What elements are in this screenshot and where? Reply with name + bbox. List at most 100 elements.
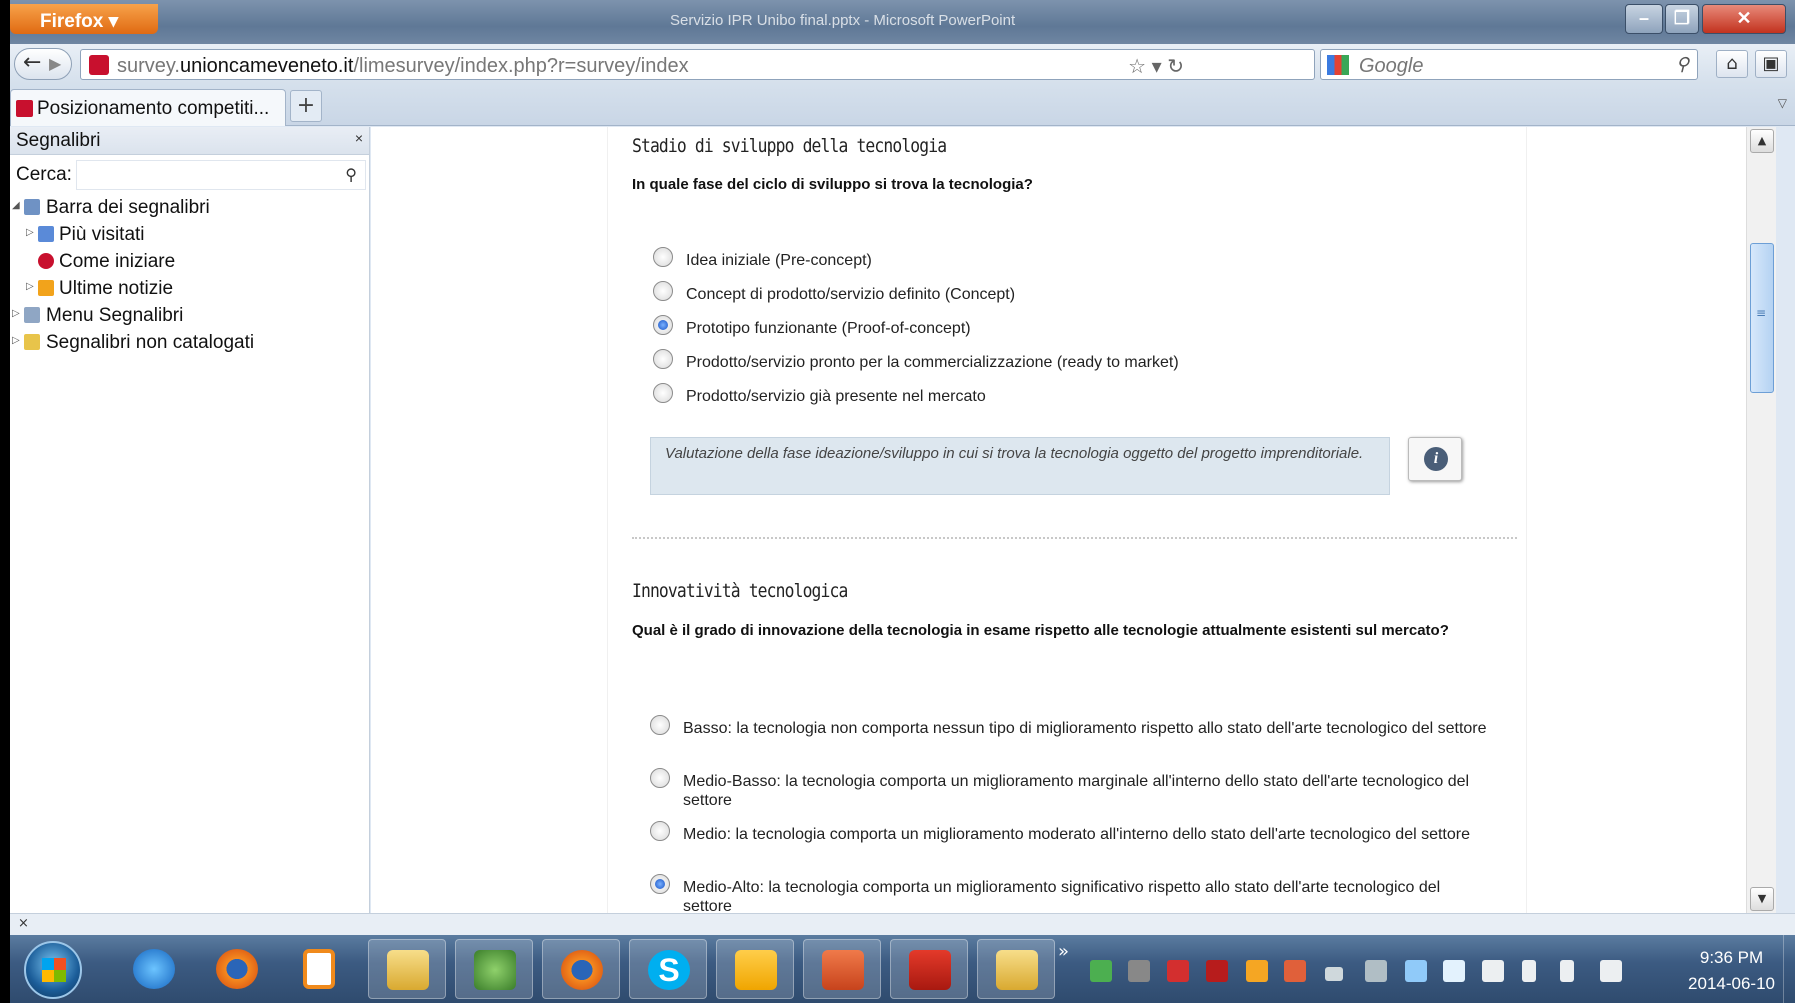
radio-button-selected[interactable] — [650, 874, 670, 894]
show-desktop-button[interactable] — [1783, 935, 1795, 1003]
bluetooth-icon[interactable] — [1560, 960, 1574, 982]
scroll-down-button[interactable]: ▼ — [1750, 887, 1774, 911]
tray-update-icon[interactable] — [1284, 960, 1306, 982]
option-label[interactable]: Medio-Alto: la tecnologia comporta un mi… — [683, 878, 1493, 913]
monitor-icon[interactable] — [1365, 960, 1387, 982]
option-label[interactable]: Prodotto/servizio già presente nel merca… — [686, 387, 1496, 406]
vertical-scrollbar[interactable]: ▲ ≡ ▼ — [1746, 127, 1776, 913]
power-icon[interactable] — [1600, 960, 1622, 982]
option-label[interactable]: Idea iniziale (Pre-concept) — [686, 251, 1496, 270]
window-title: Servizio IPR Unibo final.pptx - Microsof… — [670, 12, 1016, 29]
tab-survey[interactable]: Posizionamento competiti... — [10, 89, 286, 126]
tree-item-bookmarks-menu[interactable]: ▷ Menu Segnalibri — [10, 303, 369, 330]
taskbar-overflow[interactable]: » — [1058, 941, 1069, 962]
close-window-button[interactable]: ✕ — [1702, 4, 1786, 34]
home-icon[interactable]: ⌂ — [1716, 50, 1748, 78]
sidebar-search-input[interactable] — [76, 160, 366, 190]
collapsed-arrow-icon[interactable]: ▷ — [26, 227, 34, 238]
taskbar-file-explorer-2[interactable] — [977, 939, 1055, 999]
option-label[interactable]: Basso: la tecnologia non comporta nessun… — [683, 719, 1493, 738]
taskbar-firefox[interactable] — [198, 939, 276, 999]
sync-icon[interactable] — [1405, 960, 1427, 982]
start-button[interactable] — [24, 941, 82, 999]
signal-icon[interactable] — [1325, 967, 1343, 981]
taskbar-contacts[interactable] — [455, 939, 533, 999]
search-icon[interactable]: ⚲ — [1676, 54, 1689, 75]
radio-button[interactable] — [650, 768, 670, 788]
address-bar[interactable]: survey.unioncameveneto.it/limesurvey/ind… — [80, 49, 1315, 80]
tray-network-icon[interactable] — [1128, 960, 1150, 982]
taskbar-file-explorer[interactable] — [368, 939, 446, 999]
search-icon[interactable]: ⚲ — [345, 165, 357, 185]
maximize-button[interactable]: ❐ — [1665, 4, 1699, 34]
bookmark-star-icon[interactable]: ☆ ▾ ↻ — [1128, 54, 1184, 79]
question-2-title: Innovatività tecnologica — [632, 580, 848, 602]
taskbar-media-player[interactable] — [280, 939, 358, 999]
info-button[interactable]: i — [1408, 437, 1462, 481]
tree-item-bookmarks-toolbar[interactable]: ◢ Barra dei segnalibri — [10, 195, 369, 222]
back-arrow-icon[interactable]: ← — [23, 50, 41, 75]
collapsed-arrow-icon[interactable]: ▷ — [12, 308, 20, 319]
new-tab-button[interactable]: + — [290, 90, 322, 122]
tree-item-latest-news[interactable]: ▷ Ultime notizie — [10, 276, 369, 303]
collapsed-arrow-icon[interactable]: ▷ — [12, 335, 20, 346]
tree-item-unsorted-bookmarks[interactable]: ▷ Segnalibri non catalogati — [10, 330, 369, 357]
option-label[interactable]: Medio-Basso: la tecnologia comporta un m… — [683, 772, 1493, 810]
radio-button[interactable] — [650, 715, 670, 735]
bookmarks-sidebar: Segnalibri × Cerca: ⚲ ◢ Barra dei segnal… — [10, 127, 370, 913]
list-all-tabs-icon[interactable]: ▽ — [1778, 96, 1787, 110]
tree-item-getting-started[interactable]: Come iniziare — [10, 249, 369, 276]
radio-button[interactable] — [653, 281, 673, 301]
question-1-title: Stadio di sviluppo della tecnologia — [632, 135, 947, 157]
system-clock[interactable]: 9:36 PM 2014-06-10 — [1688, 945, 1775, 997]
google-icon[interactable] — [1327, 55, 1349, 75]
getting-started-icon — [38, 253, 54, 269]
taskbar-acrobat[interactable] — [890, 939, 968, 999]
taskbar-powerpoint[interactable] — [803, 939, 881, 999]
option-label[interactable]: Prototipo funzionante (Proof-of-concept) — [686, 319, 1496, 338]
scrollbar-thumb[interactable]: ≡ — [1750, 243, 1774, 393]
sidebar-close-button[interactable]: × — [355, 130, 363, 146]
minimize-button[interactable]: – — [1625, 4, 1663, 34]
contacts-icon — [474, 950, 516, 990]
taskbar-skype[interactable]: S — [629, 939, 707, 999]
expanded-arrow-icon[interactable]: ◢ — [12, 200, 20, 211]
radio-button[interactable] — [650, 821, 670, 841]
option-label[interactable]: Prodotto/servizio pronto per la commerci… — [686, 353, 1496, 372]
tray-green-icon[interactable] — [1090, 960, 1112, 982]
bookmarks-toolbar-icon — [24, 199, 40, 215]
forward-arrow-icon[interactable]: ▶ — [49, 54, 61, 73]
collapsed-arrow-icon[interactable]: ▷ — [26, 281, 34, 292]
addon-bar-close-button[interactable]: × — [18, 916, 29, 931]
taskbar-outlook[interactable] — [716, 939, 794, 999]
shield-icon[interactable] — [1443, 960, 1465, 982]
firefox-icon — [216, 949, 258, 989]
radio-button-selected[interactable] — [653, 315, 673, 335]
option-label[interactable]: Medio: la tecnologia comporta un miglior… — [683, 825, 1493, 844]
clock-time: 9:36 PM — [1699, 948, 1764, 967]
radio-button[interactable] — [653, 247, 673, 267]
folder-icon — [996, 950, 1038, 990]
windows-taskbar: S » 9:36 PM 2014-06-10 — [10, 935, 1795, 1003]
folder-icon — [387, 950, 429, 990]
firefox-menu-button[interactable]: Firefox ▾ — [10, 4, 158, 34]
radio-button[interactable] — [653, 383, 673, 403]
tray-office-icon[interactable] — [1246, 960, 1268, 982]
scroll-up-button[interactable]: ▲ — [1750, 129, 1774, 153]
volume-icon[interactable] — [1522, 960, 1536, 982]
radio-button[interactable] — [653, 349, 673, 369]
title-bar: Firefox ▾ Servizio IPR Unibo final.pptx … — [10, 0, 1795, 44]
flag-icon[interactable] — [1482, 960, 1504, 982]
addons-icon[interactable]: ▣ — [1755, 50, 1787, 78]
tray-acrobat-icon[interactable] — [1206, 960, 1228, 982]
option-label[interactable]: Concept di prodotto/servizio definito (C… — [686, 285, 1496, 304]
taskbar-internet-explorer[interactable] — [115, 939, 193, 999]
back-forward-buttons[interactable]: ← ▶ — [14, 48, 72, 80]
taskbar-firefox-active[interactable] — [542, 939, 620, 999]
url-domain: unioncameveneto.it — [179, 55, 354, 77]
tray-antivirus-icon[interactable] — [1167, 960, 1189, 982]
search-bar[interactable]: Google ⚲ — [1320, 49, 1698, 80]
sidebar-header: Segnalibri × — [10, 127, 369, 155]
tree-item-label: Menu Segnalibri — [46, 305, 184, 326]
tree-item-most-visited[interactable]: ▷ Più visitati — [10, 222, 369, 249]
